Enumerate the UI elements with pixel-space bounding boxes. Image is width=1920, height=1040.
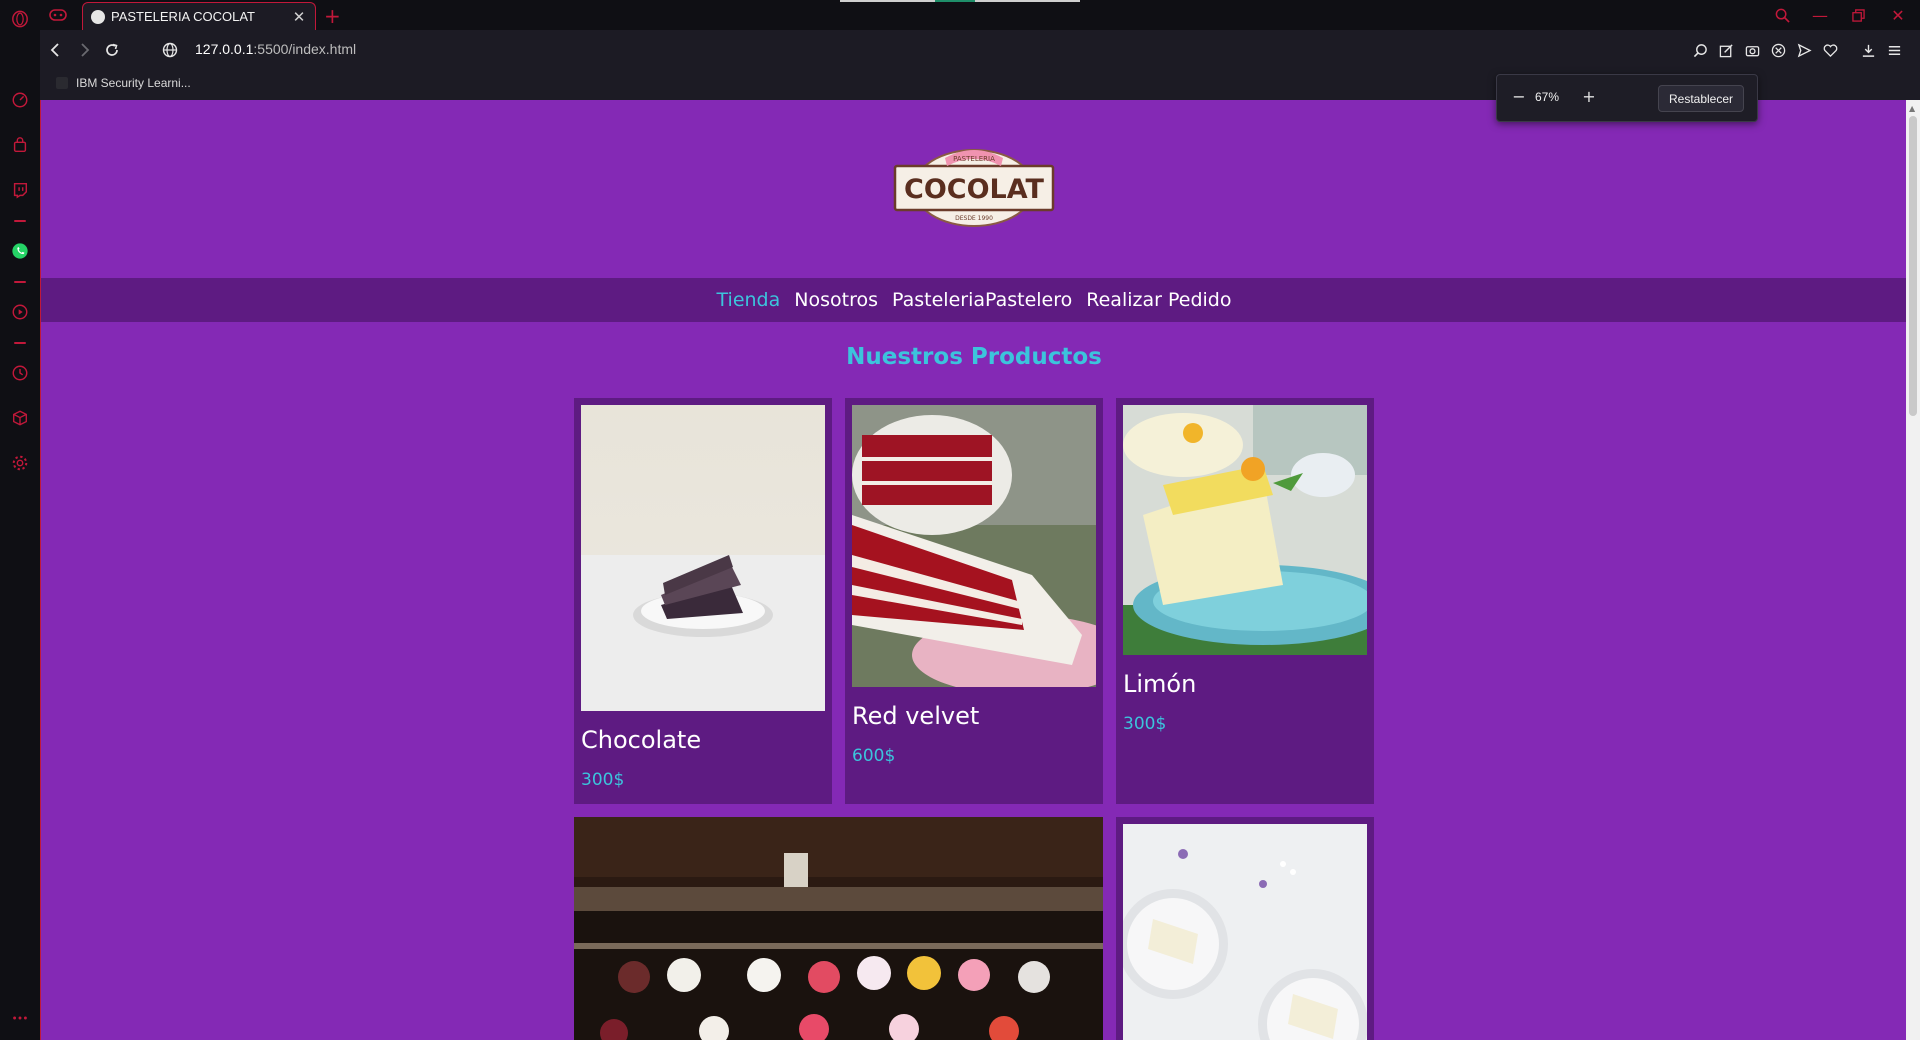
tab-title: PASTELERIA COCOLAT bbox=[111, 9, 256, 24]
more-options-icon[interactable] bbox=[10, 1008, 30, 1028]
minimize-window-icon[interactable]: — bbox=[1808, 4, 1832, 26]
page-viewport: PASTELERIA COCOLAT DESDE 1990 Tienda Nos… bbox=[40, 100, 1920, 1040]
product-card-vitrina[interactable] bbox=[574, 817, 1103, 1040]
forward-arrow-icon[interactable] bbox=[74, 40, 94, 60]
speed-dial-icon[interactable] bbox=[10, 90, 30, 110]
cocolat-logo[interactable]: PASTELERIA COCOLAT DESDE 1990 bbox=[893, 144, 1055, 228]
history-icon[interactable] bbox=[10, 363, 30, 383]
twitch-icon[interactable] bbox=[10, 180, 30, 200]
opera-sidebar bbox=[0, 0, 40, 1040]
restore-window-icon[interactable] bbox=[1846, 4, 1870, 26]
close-window-icon[interactable]: ✕ bbox=[1886, 4, 1910, 26]
url-path: :5500/index.html bbox=[253, 41, 357, 57]
scroll-up-arrow-icon[interactable]: ▲ bbox=[1909, 104, 1915, 113]
game-controller-icon[interactable] bbox=[48, 6, 68, 24]
product-image-limon bbox=[1123, 405, 1367, 655]
page-scrollbar[interactable]: ▲ bbox=[1906, 100, 1920, 1040]
zoom-level: 67% bbox=[1535, 90, 1560, 104]
settings-gear-icon[interactable] bbox=[10, 453, 30, 473]
bookmark-ibm-security[interactable]: IBM Security Learni... bbox=[56, 76, 191, 90]
window-drag-indicator bbox=[840, 0, 1080, 2]
back-arrow-icon[interactable] bbox=[46, 40, 66, 60]
send-arrow-icon[interactable] bbox=[1794, 40, 1814, 60]
product-price: 300$ bbox=[1123, 714, 1167, 734]
logo-top-text: PASTELERIA bbox=[953, 155, 995, 163]
url-host: 127.0.0.1 bbox=[195, 41, 254, 57]
edit-share-icon[interactable] bbox=[1716, 40, 1736, 60]
nav-pasteleria-pastelero[interactable]: PasteleriaPastelero bbox=[892, 289, 1072, 311]
bookmark-label: IBM Security Learni... bbox=[76, 76, 191, 90]
section-title: Nuestros Productos bbox=[846, 344, 1102, 370]
download-icon[interactable] bbox=[1858, 40, 1878, 60]
new-tab-plus-icon[interactable]: + bbox=[324, 4, 341, 28]
player-icon[interactable] bbox=[10, 302, 30, 322]
product-card-chocolate[interactable]: Chocolate 300$ bbox=[574, 398, 832, 804]
extensions-cube-icon[interactable] bbox=[10, 408, 30, 428]
snapshot-camera-icon[interactable] bbox=[1742, 40, 1762, 60]
sidebar-separator bbox=[14, 342, 26, 344]
nav-realizar-pedido[interactable]: Realizar Pedido bbox=[1086, 289, 1231, 311]
shopping-bag-icon[interactable] bbox=[10, 135, 30, 155]
nav-nosotros[interactable]: Nosotros bbox=[794, 289, 878, 311]
product-image-vainilla bbox=[1123, 824, 1367, 1040]
tab-strip: PASTELERIA COCOLAT ✕ + — ✕ bbox=[40, 0, 1920, 30]
product-price: 600$ bbox=[852, 746, 896, 766]
zoom-icon[interactable] bbox=[1690, 40, 1710, 60]
scrollbar-thumb[interactable] bbox=[1909, 116, 1917, 416]
whatsapp-icon[interactable] bbox=[10, 241, 30, 261]
site-header: PASTELERIA COCOLAT DESDE 1990 bbox=[41, 100, 1907, 278]
heart-bookmark-icon[interactable] bbox=[1820, 40, 1840, 60]
product-card-limon[interactable]: Limón 300$ bbox=[1116, 398, 1374, 804]
site-info-globe-icon[interactable] bbox=[160, 40, 180, 60]
close-tab-icon[interactable]: ✕ bbox=[291, 8, 307, 26]
product-card-red-velvet[interactable]: Red velvet 600$ bbox=[845, 398, 1103, 804]
zoom-in-button[interactable]: + bbox=[1579, 87, 1599, 106]
logo-main-text: COCOLAT bbox=[904, 174, 1045, 205]
nav-tienda[interactable]: Tienda bbox=[717, 289, 781, 311]
zoom-out-button[interactable]: − bbox=[1509, 87, 1529, 106]
main-nav: Tienda Nosotros PasteleriaPastelero Real… bbox=[41, 278, 1907, 322]
logo-bottom-text: DESDE 1990 bbox=[955, 215, 993, 222]
zoom-reset-button[interactable]: Restablecer bbox=[1658, 85, 1744, 112]
product-image-vitrina bbox=[574, 817, 1103, 1040]
zoom-popup: − 67% + Restablecer bbox=[1496, 74, 1758, 122]
product-card-vainilla[interactable] bbox=[1116, 817, 1374, 1040]
globe-favicon-icon bbox=[91, 9, 105, 24]
url-field[interactable]: 127.0.0.1:5500/index.html bbox=[195, 41, 356, 57]
reload-icon[interactable] bbox=[102, 40, 122, 60]
product-price: 300$ bbox=[581, 770, 625, 790]
bookmark-favicon-icon bbox=[56, 77, 68, 89]
product-name: Limón bbox=[1123, 670, 1197, 698]
tab-pasteleria-cocolat[interactable]: PASTELERIA COCOLAT ✕ bbox=[82, 2, 316, 30]
easy-setup-menu-icon[interactable] bbox=[1884, 40, 1904, 60]
sidebar-separator bbox=[14, 220, 26, 222]
product-image-chocolate bbox=[581, 405, 825, 711]
address-bar: 127.0.0.1:5500/index.html bbox=[40, 30, 1920, 70]
product-name: Chocolate bbox=[581, 726, 702, 754]
ad-blocker-icon[interactable] bbox=[1768, 40, 1788, 60]
product-image-red-velvet bbox=[852, 405, 1096, 687]
opera-logo-icon[interactable] bbox=[10, 9, 30, 29]
search-tabs-icon[interactable] bbox=[1770, 4, 1794, 26]
product-name: Red velvet bbox=[852, 702, 980, 730]
sidebar-separator bbox=[14, 281, 26, 283]
